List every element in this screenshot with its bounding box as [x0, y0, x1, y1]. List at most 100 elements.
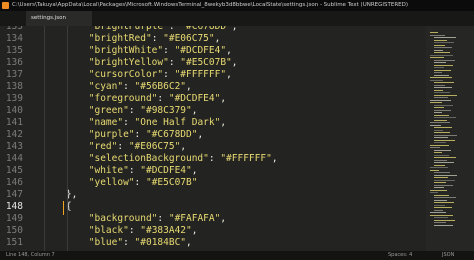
minimap-line — [430, 214, 453, 216]
minimap-line — [434, 164, 445, 166]
code-line[interactable]: "cursorColor": "#FFFFFF", — [43, 69, 232, 81]
minimap-line — [434, 42, 454, 43]
code-line[interactable]: "background": "#FAFAFA", — [43, 213, 226, 225]
minimap-line — [434, 222, 446, 223]
minimap-line — [434, 87, 452, 88]
code-line[interactable]: "brightYellow": "#E5C07B", — [43, 57, 238, 69]
minimap-line — [434, 207, 452, 208]
code-line[interactable]: "brightWhite": "#DCDFE4", — [43, 45, 232, 57]
line-number: 140 — [5, 105, 23, 116]
line-number: 150 — [5, 225, 23, 236]
code-line[interactable]: "name": "One Half Dark", — [43, 117, 226, 129]
minimap-line — [434, 182, 446, 183]
bracket-match-marker — [62, 201, 64, 215]
minimap-line — [434, 219, 455, 221]
minimap-line — [434, 184, 453, 186]
minimap-line — [434, 109, 451, 111]
minimap-line — [434, 159, 447, 161]
minimap-line — [430, 102, 442, 103]
tab-bar: settings.json — [0, 11, 474, 26]
minimap-line — [434, 94, 457, 96]
minimap-line — [434, 197, 456, 198]
editor-area[interactable]: 133 134 135 136 137 138 139 140 141 142 143 144 145 1… — [0, 26, 474, 251]
code-line[interactable]: "red": "#E06C75", — [43, 141, 186, 153]
minimap-line — [434, 114, 449, 116]
line-number: 141 — [5, 117, 23, 128]
minimap-line — [434, 217, 448, 218]
line-number: 148 — [5, 201, 23, 212]
minimap-line — [434, 44, 445, 46]
minimap-line — [430, 192, 438, 193]
line-number: 142 — [5, 129, 23, 140]
code-line[interactable]: "selectionBackground": "#FFFFFF", — [43, 153, 278, 165]
minimap-line — [434, 84, 445, 86]
minimap-line — [434, 149, 451, 151]
tab-settings-json[interactable]: settings.json — [26, 11, 92, 26]
minimap-line — [430, 99, 451, 101]
line-number: 149 — [5, 213, 23, 224]
minimap-line — [434, 72, 442, 73]
minimap-line — [434, 174, 457, 176]
status-bar: Line 148, Column 7 Spaces: 4 JSON — [0, 251, 474, 260]
minimap-line — [434, 137, 448, 138]
minimap-line — [430, 169, 439, 171]
minimap-line — [430, 79, 443, 81]
minimap-line — [434, 224, 453, 226]
syntax-selector[interactable]: JSON — [442, 251, 454, 260]
minimap-line — [434, 37, 456, 38]
minimap[interactable] — [426, 26, 474, 251]
minimap-line — [430, 54, 453, 56]
minimap-line — [434, 112, 442, 113]
line-number: 138 — [5, 81, 23, 92]
code-line[interactable]: "blue": "#0184BC", — [43, 237, 192, 249]
minimap-line — [430, 147, 440, 148]
cursor-position[interactable]: Line 148, Column 7 — [6, 251, 55, 260]
minimap-line — [434, 204, 445, 206]
minimap-line — [434, 49, 443, 51]
window-title: C:\Users\Takuya\AppData\Local\Packages\M… — [12, 2, 409, 8]
line-number: 151 — [5, 237, 23, 248]
minimap-line — [430, 144, 449, 146]
code-view[interactable]: "brightPurple": "#C678DD", "brightRed": … — [43, 26, 423, 251]
minimap-line — [430, 189, 447, 191]
indentation-setting[interactable]: Spaces: 4 — [388, 251, 412, 260]
tab-label: settings.json — [31, 15, 66, 21]
minimap-line — [434, 202, 454, 203]
minimap-line — [434, 39, 447, 41]
line-number: 135 — [5, 45, 23, 56]
line-number: 133 — [5, 26, 23, 32]
indent-guide — [44, 26, 45, 251]
line-number: 145 — [5, 165, 23, 176]
minimap-line — [430, 34, 445, 36]
code-line[interactable]: "brightPurple": "#C678DD", — [43, 26, 238, 33]
minimap-line — [430, 212, 446, 213]
code-line[interactable]: "cyan": "#56B6C2", — [43, 81, 192, 93]
code-line[interactable]: "foreground": "#DCDFE4", — [43, 93, 226, 105]
minimap-line — [434, 117, 456, 118]
title-bar: C:\Users\Takuya\AppData\Local\Packages\M… — [0, 0, 474, 11]
minimap-line — [434, 62, 446, 63]
line-number: 137 — [5, 69, 23, 80]
line-number: 144 — [5, 153, 23, 164]
minimap-line — [434, 69, 451, 71]
minimap-line — [434, 179, 455, 181]
minimap-line — [434, 67, 444, 68]
line-number: 146 — [5, 177, 23, 188]
minimap-line — [430, 124, 441, 126]
sublime-text-icon — [2, 2, 9, 9]
minimap-line — [434, 52, 450, 53]
minimap-line — [434, 152, 442, 153]
minimap-line — [434, 157, 456, 158]
minimap-line — [434, 64, 453, 66]
minimap-line — [434, 89, 443, 91]
code-line[interactable]: "brightRed": "#E06C75", — [43, 33, 221, 45]
minimap-line — [434, 194, 449, 196]
minimap-line — [434, 92, 450, 93]
minimap-line — [434, 132, 450, 133]
code-line[interactable]: }, — [43, 189, 77, 201]
line-number: 147 — [5, 189, 23, 200]
minimap-line — [434, 129, 443, 131]
minimap-line — [434, 119, 447, 121]
minimap-line — [430, 32, 438, 33]
line-number: 134 — [5, 33, 23, 44]
